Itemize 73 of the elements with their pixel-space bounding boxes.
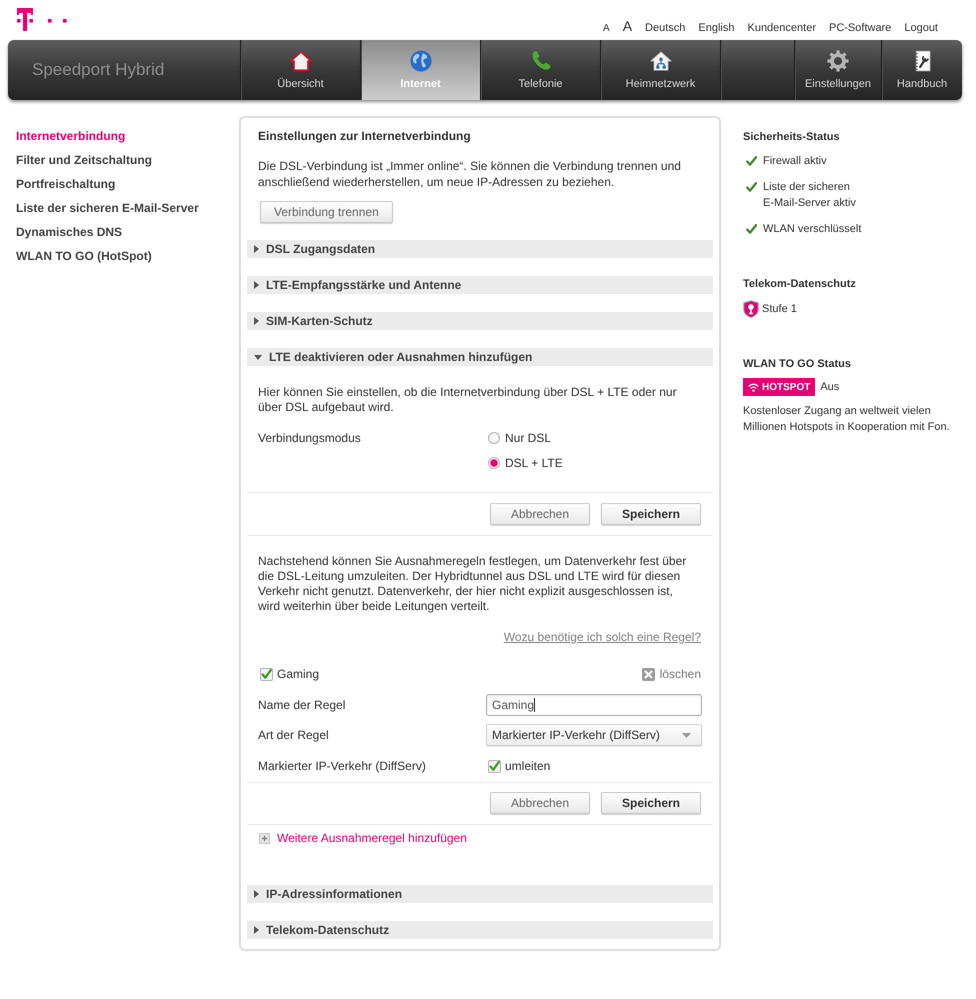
sidebar-item[interactable]: WLAN TO GO (HotSpot)	[16, 244, 152, 268]
nav-tab[interactable]: Handbuch	[881, 40, 962, 100]
rule-type-select[interactable]: Markierter IP-Verkehr (DiffServ)	[486, 724, 702, 746]
field-label: Art der Regel	[258, 727, 330, 743]
section-description: Hier können Sie einstellen, ob die Internetverbindung über DSL + LTE oder nur über DSL aufgebaut wird.	[257, 385, 678, 415]
save-button[interactable]: Speichern	[601, 503, 701, 525]
font-size-link[interactable]: A	[622, 18, 632, 34]
nav-tab[interactable]: Einstellungen	[794, 40, 881, 100]
delete-button[interactable]: löschen	[642, 666, 701, 682]
cancel-button[interactable]: Abbrechen	[490, 503, 590, 525]
radio-label: DSL + LTE	[505, 455, 563, 471]
radio-label: Nur DSL	[505, 430, 552, 446]
nav-tab[interactable]: Heimnetzwerk	[600, 40, 720, 100]
header-link[interactable]: Kundencenter	[747, 20, 816, 36]
exceptions-description: Nachstehend können Sie Ausnahmeregeln festlegen, um Datenverkehr fest über die DSL-Leitung umzuleiten. Der Hybridtunnel aus DSL und LTE wird für diesen Verkehr nicht genutzt. Datenverkehr, der hier nicht explizit ausgeschlossen ist, wird weiterhin über beide Leitungen verteilt.	[257, 554, 688, 614]
settings-icon	[826, 50, 849, 72]
section-heading: Telekom-Datenschutz	[743, 277, 857, 292]
disconnect-button[interactable]: Verbindung trennen	[260, 201, 393, 223]
status-text: Liste der sicheren E-Mail-Server aktiv	[763, 180, 856, 211]
nav-tab[interactable]: Telefonie	[480, 40, 600, 100]
wifi-icon	[748, 382, 759, 392]
section-header[interactable]: IP-Adressinformationen	[247, 885, 713, 903]
checkbox-label: umleiten	[505, 758, 550, 774]
badge-label: HOTSPOT	[762, 382, 810, 392]
radio-button[interactable]	[488, 432, 500, 444]
rule-name-field[interactable]: Gaming	[486, 694, 702, 716]
sidebar-item[interactable]: Internetverbindung	[16, 124, 126, 148]
close-icon	[642, 668, 655, 680]
header-link[interactable]: English	[698, 20, 734, 36]
shield-icon	[743, 300, 759, 318]
section-heading: WLAN TO GO Status	[743, 357, 852, 372]
checkbox[interactable]	[488, 760, 501, 772]
caret-down-icon	[682, 732, 691, 738]
section-header[interactable]: LTE-Empfangsstärke und Antenne	[247, 276, 713, 294]
header-link[interactable]: Deutsch	[645, 20, 686, 36]
section-header[interactable]: DSL Zugangsdaten	[247, 240, 713, 258]
checkbox[interactable]	[260, 668, 273, 680]
house-icon	[290, 50, 312, 72]
sidebar-item[interactable]: Portfreischaltung	[16, 172, 116, 196]
font-size-link[interactable]: A	[603, 21, 610, 37]
cancel-button[interactable]: Abbrechen	[490, 792, 590, 814]
section-header[interactable]: Telekom-Datenschutz	[247, 921, 713, 939]
header-link[interactable]: Logout	[904, 20, 938, 36]
rule-title: Gaming	[277, 666, 320, 682]
product-name: Speedport Hybrid	[31, 59, 166, 81]
status-text: Firewall aktiv	[763, 154, 827, 169]
sidebar-item[interactable]: Liste der sicheren E-Mail-Server	[16, 196, 199, 220]
save-button[interactable]: Speichern	[601, 792, 701, 814]
plus-icon	[259, 832, 270, 844]
section-heading: Sicherheits-Status	[743, 130, 841, 145]
add-rule-link[interactable]: Weitere Ausnahmeregel hinzufügen	[259, 830, 467, 846]
field-label: Markierter IP-Verkehr (DiffServ)	[258, 758, 427, 774]
help-link[interactable]: Wozu benötige ich solch eine Regel?	[504, 629, 701, 645]
header-link[interactable]: PC-Software	[828, 20, 892, 36]
hotspot-state: Aus	[820, 380, 840, 395]
panel-title: Einstellungen zur Internetverbindung	[257, 128, 472, 144]
brand-logo	[17, 8, 67, 31]
privacy-level: Stufe 1	[762, 302, 797, 317]
section-header[interactable]: LTE deaktivieren oder Ausnahmen hinzufügen	[247, 348, 713, 366]
hotspot-description: Kostenloser Zugang an weltweit vielen Millionen Hotspots in Kooperation mit Fon.	[743, 404, 951, 435]
status-text: WLAN verschlüsselt	[763, 222, 862, 237]
text-cursor	[534, 698, 536, 712]
phone-icon	[530, 50, 552, 72]
section-header[interactable]: SIM-Karten-Schutz	[247, 312, 713, 330]
sidebar-item[interactable]: Filter und Zeitschaltung	[16, 148, 152, 172]
connection-description: Die DSL-Verbindung ist „Immer online“. Sie können die Verbindung trennen und anschließend wiederherstellen, um neue IP-Adressen zu beziehen.	[257, 158, 682, 190]
field-label: Verbindungsmodus	[258, 430, 362, 446]
field-label: Name der Regel	[258, 697, 346, 713]
sidebar-item[interactable]: Dynamisches DNS	[16, 220, 122, 244]
globe-icon	[410, 50, 432, 72]
radio-button[interactable]	[488, 457, 500, 469]
notebook-icon	[911, 50, 933, 72]
house-network-icon	[650, 50, 672, 72]
